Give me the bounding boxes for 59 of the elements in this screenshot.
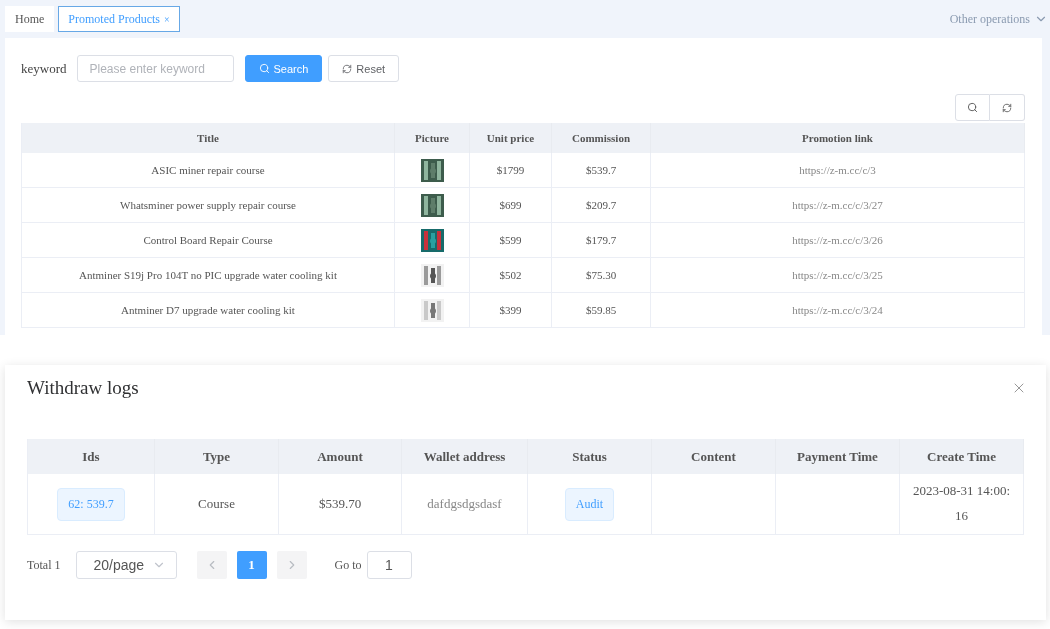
reset-button[interactable]: Reset (328, 55, 400, 82)
id-tag[interactable]: 62: 539.7 (57, 487, 125, 521)
refresh-button[interactable] (990, 94, 1025, 121)
search-toggle-button[interactable] (955, 94, 990, 121)
table-cell: Course (155, 474, 279, 535)
table-cell: Control Board Repair Course (22, 223, 395, 258)
tab[interactable]: Home (5, 6, 55, 32)
table-cell: $1799 (470, 153, 552, 188)
column-header: Status (528, 439, 652, 474)
dialog-title: Withdraw logs (27, 377, 139, 399)
column-header: Amount (279, 439, 402, 474)
table-cell: $699 (470, 188, 552, 223)
table-cell: 2023-08-31 14:00:16 (900, 474, 1024, 535)
search-icon (967, 102, 978, 113)
column-header: Payment Time (776, 439, 900, 474)
column-header: Create Time (900, 439, 1024, 474)
promotion-link[interactable]: https://z-m.cc/c/3/26 (792, 229, 883, 251)
column-header: Unit price (470, 123, 552, 153)
other-operations-menu[interactable]: Other operations (949, 11, 1048, 27)
promotion-link[interactable]: https://z-m.cc/c/3/25 (792, 264, 883, 286)
wallet-address: dafdgsdgsdasf (427, 494, 502, 513)
table-cell: $209.7 (552, 188, 651, 223)
page-button[interactable]: 1 (236, 551, 267, 579)
table-cell: Antminer S19j Pro 104T no PIC upgrade water cooling kit (22, 258, 395, 293)
promotion-link[interactable]: https://z-m.cc/c/3 (799, 159, 876, 181)
column-header: Picture (395, 123, 470, 153)
table-cell: $599 (470, 223, 552, 258)
table-cell: $502 (470, 258, 552, 293)
column-header: Ids (28, 439, 155, 474)
keyword-field[interactable]: Please enter keyword (76, 55, 234, 82)
total-count: Total 1 (27, 557, 61, 573)
close-icon[interactable]: × (164, 13, 170, 25)
table-cell: ASIC miner repair course (22, 153, 395, 188)
table-cell: Whatsminer power supply repair course (22, 188, 395, 223)
field-label: keyword (21, 60, 67, 77)
table-cell: $75.30 (552, 258, 651, 293)
table-cell: Antminer D7 upgrade water cooling kit (22, 293, 395, 328)
goto-label: Go to (334, 557, 362, 573)
column-header: Type (155, 439, 279, 474)
page-size-select[interactable]: 20/page (75, 551, 177, 579)
search-button[interactable]: Search (244, 55, 323, 82)
column-header: Promotion link (651, 123, 1025, 153)
column-header: Wallet address (402, 439, 528, 474)
column-header: Title (22, 123, 395, 153)
column-header: Commission (552, 123, 651, 153)
promotion-link[interactable]: https://z-m.cc/c/3/27 (792, 194, 883, 216)
column-header: Content (652, 439, 776, 474)
table-cell: $539.7 (552, 153, 651, 188)
table-cell: $539.70 (279, 474, 402, 535)
tab[interactable]: Promoted Products × (58, 6, 180, 32)
search-icon (258, 63, 270, 74)
table-cell: $179.7 (552, 223, 651, 258)
refresh-icon (342, 63, 353, 74)
table-cell: $59.85 (552, 293, 651, 328)
promotion-link[interactable]: https://z-m.cc/c/3/24 (792, 299, 883, 321)
table-cell: $399 (470, 293, 552, 328)
goto-field[interactable]: 1 (366, 551, 412, 579)
refresh-icon (1002, 102, 1012, 113)
status-tag: Audit (564, 487, 615, 521)
